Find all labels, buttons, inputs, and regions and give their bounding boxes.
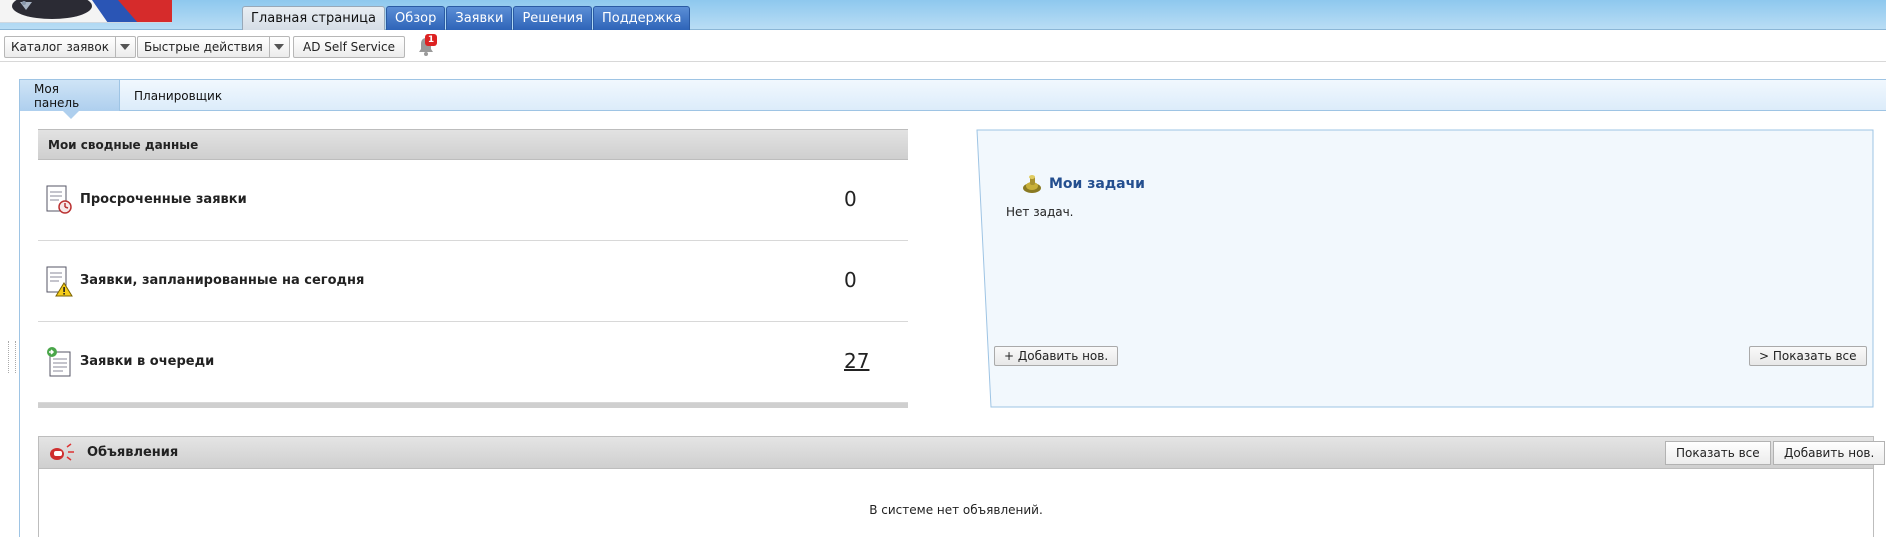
tab-scheduler[interactable]: Планировщик bbox=[120, 80, 236, 111]
announcements-empty-message: В системе нет объявлений. bbox=[869, 503, 1043, 517]
megaphone-icon bbox=[47, 443, 79, 463]
queue-requests-icon bbox=[44, 346, 74, 378]
tasks-card-background bbox=[976, 129, 1874, 408]
show-all-tasks-button[interactable]: > Показать все bbox=[1749, 346, 1867, 366]
tab-my-panel[interactable]: Моя панель bbox=[20, 80, 120, 111]
due-today-requests-count: 0 bbox=[844, 268, 857, 292]
quick-actions-label: Быстрые действия bbox=[144, 40, 263, 54]
overdue-requests-count: 0 bbox=[844, 187, 857, 211]
company-logo[interactable] bbox=[0, 0, 172, 23]
announcements-header: Объявления Показать все Добавить нов. bbox=[39, 437, 1886, 469]
overdue-requests-icon bbox=[44, 184, 74, 216]
announcements-panel: Объявления Показать все Добавить нов. В … bbox=[38, 436, 1886, 537]
show-all-announcements-button[interactable]: Показать все bbox=[1665, 441, 1771, 465]
tasks-title-text: Мои задачи bbox=[1049, 176, 1145, 192]
due-today-warning-icon bbox=[44, 265, 74, 297]
tasks-title: Мои задачи bbox=[1021, 173, 1145, 195]
announcements-title: Объявления bbox=[87, 445, 179, 460]
pushpin-icon bbox=[1023, 175, 1041, 193]
summary-row-overdue: Просроченные заявки 0 bbox=[38, 160, 908, 241]
active-tab-pointer bbox=[63, 111, 79, 119]
chevron-down-icon[interactable] bbox=[268, 37, 289, 57]
my-summary-panel: Мои сводные данные Просроченные заявки 0 bbox=[38, 129, 908, 409]
main-navigation: Главная страница Обзор Заявки Решения По… bbox=[242, 6, 691, 30]
due-today-requests-link[interactable]: Заявки, запланированные на сегодня bbox=[80, 273, 364, 288]
notification-count-badge: 1 bbox=[425, 34, 437, 46]
summary-title: Мои сводные данные bbox=[38, 129, 908, 160]
request-catalog-label: Каталог заявок bbox=[11, 40, 109, 54]
chevron-down-icon[interactable] bbox=[114, 37, 135, 57]
nav-tab-support[interactable]: Поддержка bbox=[592, 6, 691, 30]
overdue-requests-link[interactable]: Просроченные заявки bbox=[80, 192, 247, 207]
summary-row-queue: Заявки в очереди 27 bbox=[38, 322, 908, 403]
nav-tab-overview[interactable]: Обзор bbox=[386, 6, 446, 30]
queue-requests-count-link[interactable]: 27 bbox=[844, 349, 869, 373]
my-tasks-card: Мои задачи Нет задач. + Добавить нов. > … bbox=[976, 129, 1874, 409]
summary-footer-bar bbox=[38, 403, 908, 408]
notifications-button[interactable]: 1 bbox=[415, 34, 437, 58]
sidebar-collapse-handle[interactable] bbox=[8, 341, 16, 373]
top-header-band: Главная страница Обзор Заявки Решения По… bbox=[0, 0, 1886, 30]
nav-tab-home[interactable]: Главная страница bbox=[242, 6, 385, 30]
ad-self-service-label: AD Self Service bbox=[303, 40, 395, 54]
request-catalog-dropdown[interactable]: Каталог заявок bbox=[4, 36, 136, 58]
summary-row-due-today: Заявки, запланированные на сегодня 0 bbox=[38, 241, 908, 322]
ad-self-service-button[interactable]: AD Self Service bbox=[293, 36, 405, 58]
dashboard-tabs: Моя панель Планировщик bbox=[20, 80, 1886, 111]
quick-actions-dropdown[interactable]: Быстрые действия bbox=[137, 36, 290, 58]
nav-tab-solutions[interactable]: Решения bbox=[513, 6, 592, 30]
add-announcement-button[interactable]: Добавить нов. bbox=[1773, 441, 1886, 465]
tasks-empty-message: Нет задач. bbox=[1006, 205, 1074, 219]
nav-tab-requests[interactable]: Заявки bbox=[446, 6, 513, 30]
add-task-button[interactable]: + Добавить нов. bbox=[994, 346, 1119, 366]
quick-toolbar: Каталог заявок Быстрые действия AD Self … bbox=[0, 31, 1886, 62]
queue-requests-link[interactable]: Заявки в очереди bbox=[80, 354, 214, 369]
